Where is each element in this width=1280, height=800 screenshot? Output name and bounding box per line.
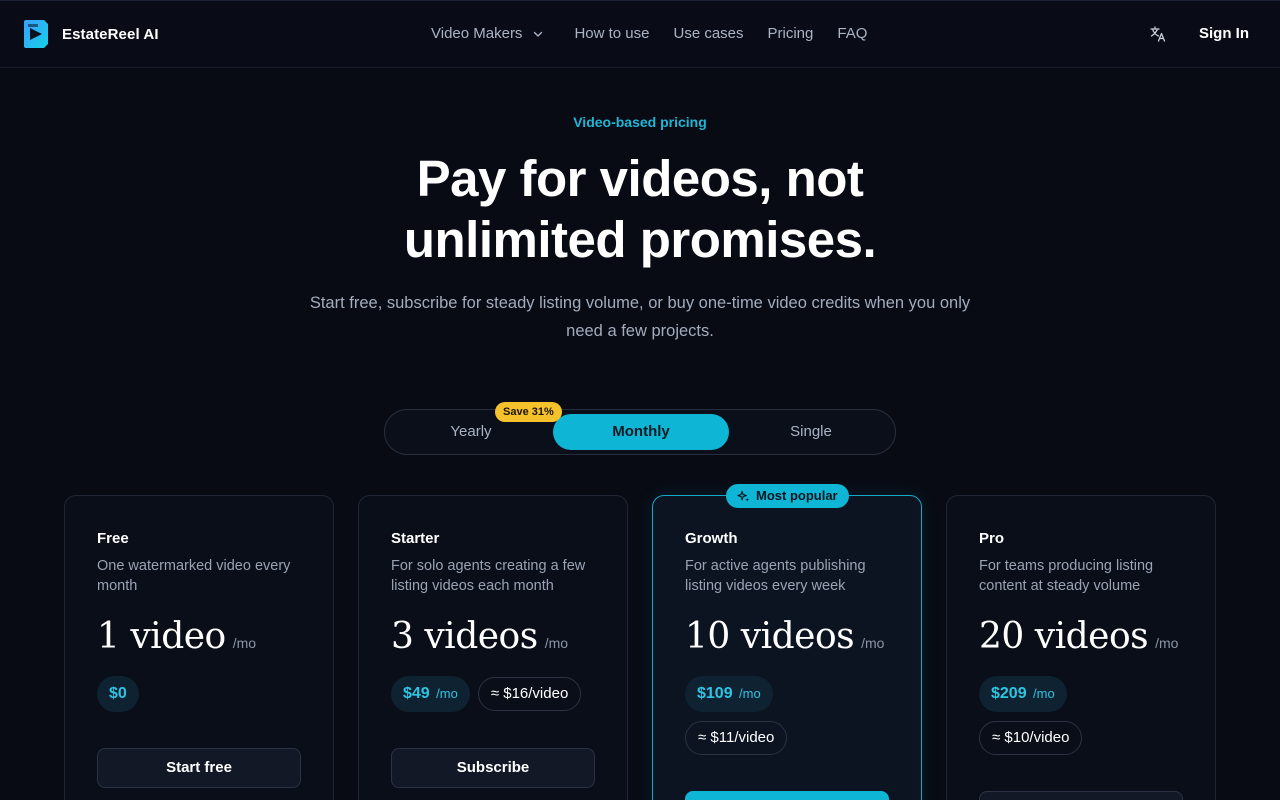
plan-name: Pro	[979, 530, 1005, 547]
per-video-price: ≈ $11/video	[685, 721, 788, 755]
plan-quantity: 20 videos /mo	[979, 616, 1178, 657]
sparkle-icon	[737, 490, 750, 502]
pro-cta-button[interactable]	[979, 791, 1183, 800]
plan-name: Growth	[685, 530, 738, 547]
plan-name: Starter	[391, 530, 440, 547]
nav-use-cases[interactable]: Use cases	[673, 25, 743, 42]
plan-quantity-period: /mo	[1155, 635, 1179, 651]
plan-quantity-value: 3 videos	[391, 616, 538, 657]
nav-faq[interactable]: FAQ	[837, 25, 867, 42]
price-value: $0	[109, 685, 127, 702]
plan-description: One watermarked video every month	[97, 558, 291, 594]
plan-card-growth: Growth For active agents publishing list…	[652, 495, 922, 800]
billing-toggle: Yearly Monthly Single	[384, 409, 896, 455]
price-pill: $0	[97, 676, 139, 712]
nav-links: Video Makers How to use Use cases Pricin…	[431, 25, 891, 42]
plan-quantity-period: /mo	[544, 635, 569, 651]
price-row: $0	[97, 676, 139, 712]
plan-card-starter: Starter For solo agents creating a few l…	[358, 495, 628, 800]
most-popular-label: Most popular	[756, 488, 838, 503]
save-badge: Save 31%	[495, 402, 562, 422]
plan-quantity: 3 videos /mo	[391, 616, 568, 657]
per-video-price: ≈ $16/video	[477, 677, 582, 711]
most-popular-badge: Most popular	[726, 484, 849, 508]
page-title-line-2: unlimited promises.	[403, 211, 877, 268]
plan-card-free: Free One watermarked video every month 1…	[64, 495, 334, 800]
plan-description: For active agents publishing listing vid…	[685, 558, 866, 594]
price-pill: $209 /mo	[979, 676, 1067, 712]
plan-quantity-value: 20 videos	[979, 616, 1149, 657]
price-unit: /mo	[1033, 686, 1055, 701]
chevron-down-icon	[534, 31, 543, 37]
plan-quantity: 10 videos /mo	[685, 616, 884, 657]
nav-pricing[interactable]: Pricing	[768, 25, 814, 42]
price-value: $209	[991, 685, 1027, 702]
plan-quantity: 1 video /mo	[97, 616, 256, 657]
per-video-price: ≈ $10/video	[979, 721, 1083, 755]
plan-name: Free	[97, 530, 129, 547]
plan-quantity-value: 1 video	[97, 616, 226, 657]
brand[interactable]: EstateReel AI	[22, 18, 159, 50]
top-nav: EstateReel AI Video Makers How to use Us…	[0, 0, 1280, 68]
price-row: $109 /mo	[685, 676, 773, 712]
plan-quantity-value: 10 videos	[685, 616, 855, 657]
nav-video-makers-label: Video Makers	[431, 25, 523, 42]
subscribe-button[interactable]: Subscribe	[391, 748, 595, 788]
nav-how-to-use[interactable]: How to use	[574, 25, 649, 42]
pricing-eyebrow: Video-based pricing	[573, 114, 707, 130]
start-free-button[interactable]: Start free	[97, 748, 301, 788]
plan-description: For teams producing listing content at s…	[979, 558, 1154, 594]
sign-in-link[interactable]: Sign In	[1199, 25, 1249, 42]
plan-card-pro: Pro For teams producing listing content …	[946, 495, 1216, 800]
plan-quantity-period: /mo	[232, 635, 257, 651]
billing-option-single[interactable]: Single	[729, 414, 893, 450]
estatereel-logo-icon	[24, 20, 48, 48]
price-pill: $49 /mo	[391, 676, 470, 712]
page-title-line-1: Pay for videos, not	[416, 150, 864, 207]
billing-option-monthly[interactable]: Monthly	[553, 414, 729, 450]
price-value: $109	[697, 685, 733, 702]
plan-quantity-period: /mo	[861, 635, 885, 651]
growth-cta-button[interactable]	[685, 791, 889, 800]
price-row: $209 /mo	[979, 676, 1067, 712]
price-pill: $109 /mo	[685, 676, 773, 712]
price-row: $49 /mo ≈ $16/video	[391, 676, 582, 712]
translate-icon[interactable]	[1149, 25, 1167, 43]
hero-subtitle: Start free, subscribe for steady listing…	[309, 294, 971, 340]
page-title: Pay for videos, not unlimited promises.	[0, 148, 1280, 270]
plan-description: For solo agents creating a few listing v…	[391, 558, 586, 594]
price-unit: /mo	[739, 686, 761, 701]
nav-video-makers[interactable]: Video Makers	[431, 25, 544, 42]
price-unit: /mo	[436, 686, 458, 701]
brand-name: EstateReel AI	[62, 25, 159, 43]
price-value: $49	[403, 685, 430, 702]
